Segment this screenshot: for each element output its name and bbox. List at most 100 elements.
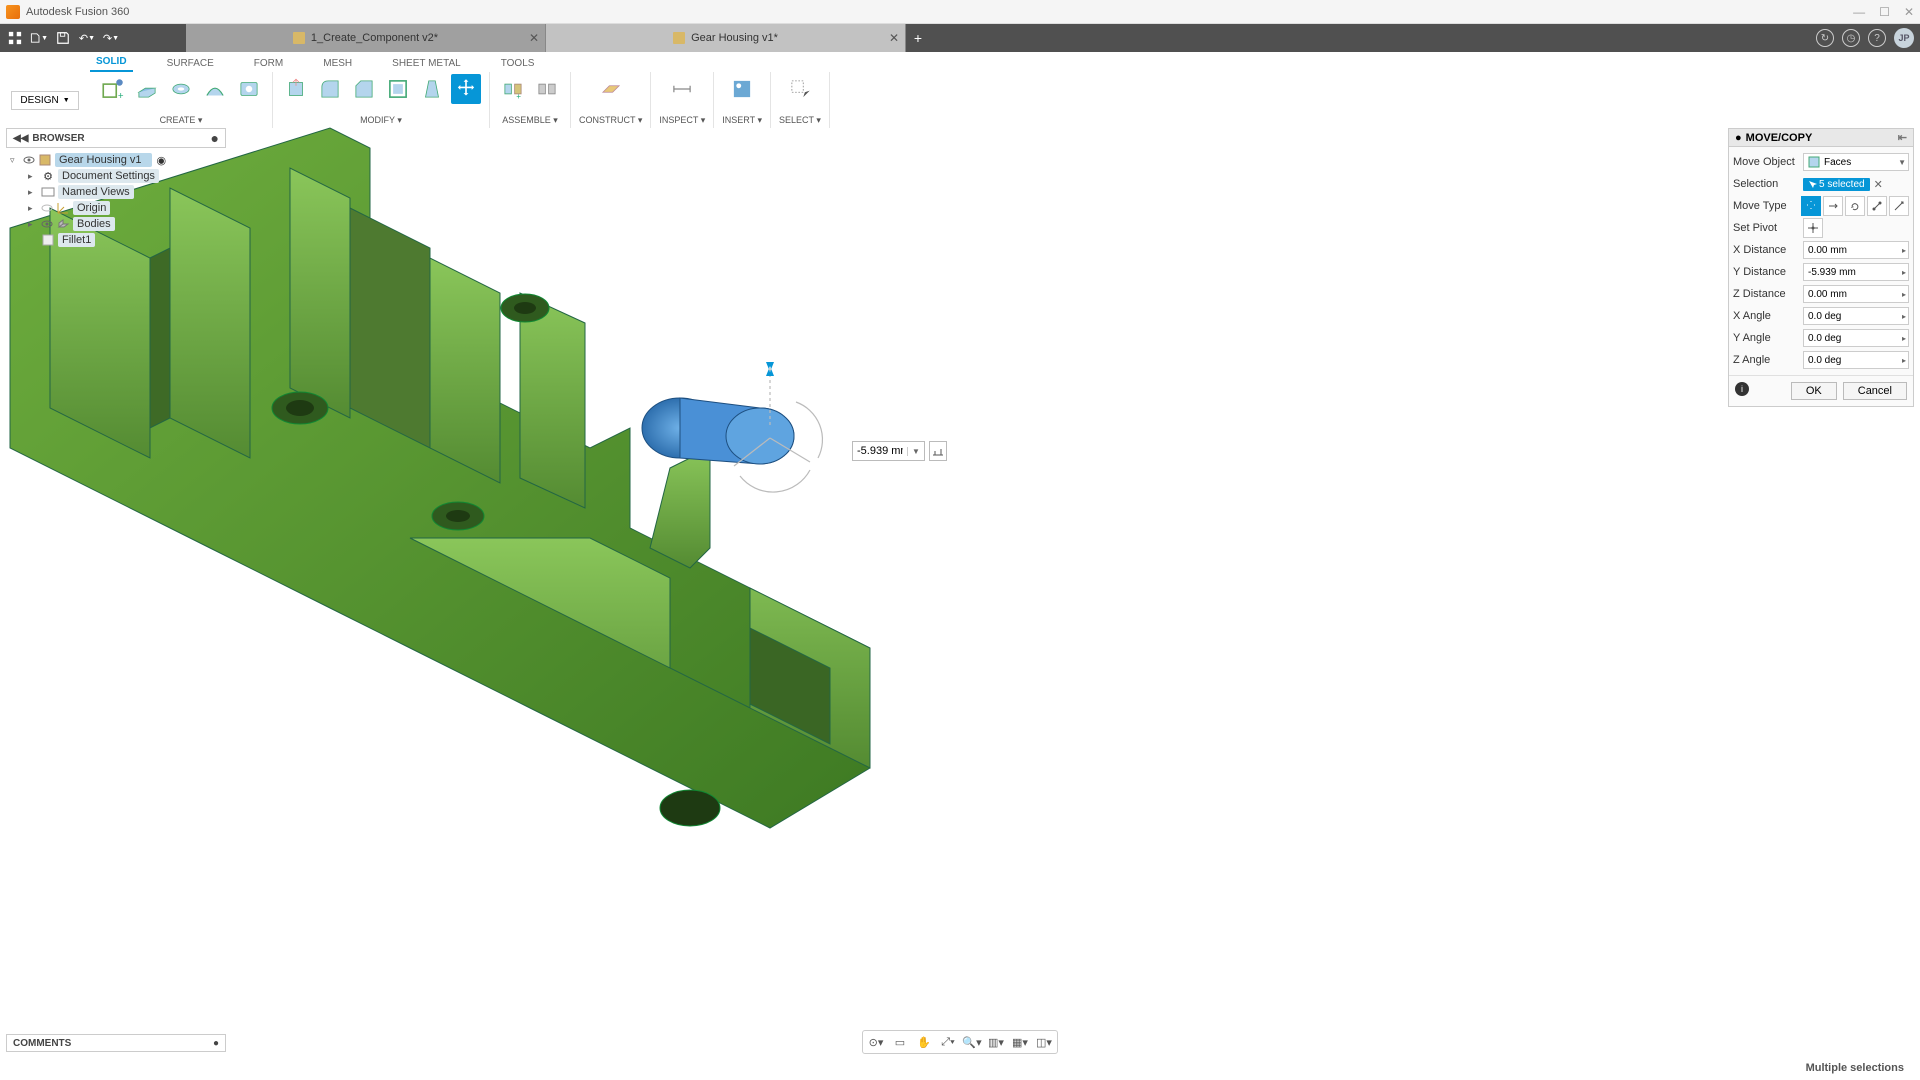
group-label[interactable]: SELECT ▾ (779, 113, 821, 128)
browser-dot-icon[interactable]: ● (211, 130, 219, 146)
pin-icon[interactable]: ⇤ (1898, 131, 1907, 144)
selection-chip[interactable]: 5 selected (1803, 178, 1870, 191)
move-type-free[interactable] (1801, 196, 1821, 216)
tab-solid[interactable]: SOLID (90, 53, 133, 72)
comments-dot-icon[interactable]: ● (213, 1038, 219, 1049)
tree-item-fillet[interactable]: Fillet1 (6, 232, 226, 248)
fit-button[interactable]: 🔍▾ (961, 1033, 983, 1051)
cancel-button[interactable]: Cancel (1843, 382, 1907, 400)
close-button[interactable]: ✕ (1904, 5, 1914, 19)
tab-surface[interactable]: SURFACE (161, 55, 220, 72)
y-angle-input[interactable]: 0.0 deg▸ (1803, 329, 1909, 347)
tab-sheet-metal[interactable]: SHEET METAL (386, 55, 467, 72)
chamfer-button[interactable] (349, 74, 379, 104)
measure-button[interactable] (667, 74, 697, 104)
status-bar: Multiple selections (0, 1056, 1920, 1080)
job-status-button[interactable]: ◷ (1842, 29, 1860, 47)
draft-button[interactable] (417, 74, 447, 104)
data-panel-button[interactable] (6, 29, 24, 47)
look-at-button[interactable]: ▭ (889, 1033, 911, 1051)
loft-button[interactable] (200, 74, 230, 104)
select-button[interactable] (785, 74, 815, 104)
tab-close-icon[interactable]: ✕ (529, 31, 539, 45)
undo-button[interactable]: ↶▼ (78, 29, 96, 47)
ok-button[interactable]: OK (1791, 382, 1837, 400)
move-object-dropdown[interactable]: Faces ▼ (1803, 153, 1909, 171)
z-angle-input[interactable]: 0.0 deg▸ (1803, 351, 1909, 369)
tree-item-bodies[interactable]: ▸ Bodies (6, 216, 226, 232)
dimension-snap-button[interactable] (929, 441, 947, 461)
tab-close-icon[interactable]: ✕ (889, 31, 899, 45)
move-object-label: Move Object (1733, 156, 1799, 168)
dimension-input[interactable]: ▼ (852, 441, 925, 461)
clear-selection-button[interactable]: ✕ (1874, 178, 1883, 191)
group-label[interactable]: CREATE ▾ (160, 113, 203, 128)
move-button[interactable] (451, 74, 481, 104)
help-button[interactable]: ? (1868, 29, 1886, 47)
construct-plane-button[interactable] (596, 74, 626, 104)
zoom-button[interactable]: ⤢▾ (937, 1033, 959, 1051)
visibility-icon[interactable] (41, 218, 53, 230)
group-label[interactable]: MODIFY ▾ (360, 113, 402, 128)
group-label[interactable]: INSERT ▾ (722, 113, 762, 128)
browser-title: BROWSER (32, 133, 84, 144)
save-button[interactable] (54, 29, 72, 47)
maximize-button[interactable]: ☐ (1879, 5, 1890, 19)
move-type-point-to-point[interactable] (1867, 196, 1887, 216)
info-icon[interactable]: i (1735, 382, 1749, 396)
revolve-button[interactable] (166, 74, 196, 104)
workspace-switcher[interactable]: DESIGN ▼ (11, 91, 78, 110)
dimension-value-field[interactable] (853, 445, 907, 457)
display-button[interactable]: ▥▾ (985, 1033, 1007, 1051)
minimize-button[interactable]: — (1853, 5, 1865, 19)
pan-button[interactable]: ✋ (913, 1033, 935, 1051)
document-tab-1[interactable]: 1_Create_Component v2* ✕ (186, 24, 546, 52)
dimension-dropdown[interactable]: ▼ (907, 447, 924, 456)
hole-button[interactable] (234, 74, 264, 104)
group-label[interactable]: ASSEMBLE ▾ (502, 113, 558, 128)
radio-active-icon[interactable]: ◉ (157, 154, 167, 167)
z-distance-input[interactable]: 0.00 mm▸ (1803, 285, 1909, 303)
grid-button[interactable]: ▦▾ (1009, 1033, 1031, 1051)
joint-button[interactable]: + (498, 74, 528, 104)
x-distance-input[interactable]: 0.00 mm▸ (1803, 241, 1909, 259)
tree-item-doc-settings[interactable]: ▸ ⚙ Document Settings (6, 168, 226, 184)
tree-item-named-views[interactable]: ▸ Named Views (6, 184, 226, 200)
extensions-button[interactable]: ↻ (1816, 29, 1834, 47)
viewport[interactable]: ▼ ◀◀ BROWSER ● ▿ Gear Housing v1 ◉ ▸ ⚙ D… (0, 128, 1920, 1056)
viewports-button[interactable]: ◫▾ (1033, 1033, 1055, 1051)
comments-bar[interactable]: COMMENTS ● (6, 1034, 226, 1052)
tab-form[interactable]: FORM (248, 55, 289, 72)
move-type-translate[interactable] (1823, 196, 1843, 216)
group-label[interactable]: INSPECT ▾ (659, 113, 705, 128)
new-tab-button[interactable]: + (906, 24, 930, 52)
tab-tools[interactable]: TOOLS (495, 55, 541, 72)
user-avatar[interactable]: JP (1894, 28, 1914, 48)
shell-button[interactable] (383, 74, 413, 104)
move-type-rotate[interactable] (1845, 196, 1865, 216)
x-angle-input[interactable]: 0.0 deg▸ (1803, 307, 1909, 325)
tree-root[interactable]: ▿ Gear Housing v1 ◉ (6, 152, 226, 168)
collapse-left-icon[interactable]: ◀◀ (13, 133, 28, 144)
panel-header[interactable]: ● MOVE/COPY ⇤ (1729, 129, 1913, 147)
document-tab-2[interactable]: Gear Housing v1* ✕ (546, 24, 906, 52)
sketch-button[interactable]: + (98, 74, 128, 104)
group-label[interactable]: CONSTRUCT ▾ (579, 113, 642, 128)
tab-mesh[interactable]: MESH (317, 55, 358, 72)
fillet-button[interactable] (315, 74, 345, 104)
browser-header[interactable]: ◀◀ BROWSER ● (6, 128, 226, 148)
set-pivot-button[interactable] (1803, 218, 1823, 238)
selected-geometry[interactable] (620, 348, 840, 568)
move-type-point-to-position[interactable] (1889, 196, 1909, 216)
redo-button[interactable]: ↷▼ (102, 29, 120, 47)
press-pull-button[interactable] (281, 74, 311, 104)
file-menu-button[interactable]: ▼ (30, 29, 48, 47)
y-distance-input[interactable]: -5.939 mm▸ (1803, 263, 1909, 281)
tree-item-origin[interactable]: ▸ Origin (6, 200, 226, 216)
visibility-icon[interactable] (23, 154, 35, 166)
insert-button[interactable] (727, 74, 757, 104)
visibility-icon[interactable] (41, 202, 53, 214)
extrude-button[interactable] (132, 74, 162, 104)
orbit-button[interactable]: ⊙▾ (865, 1033, 887, 1051)
as-built-joint-button[interactable] (532, 74, 562, 104)
